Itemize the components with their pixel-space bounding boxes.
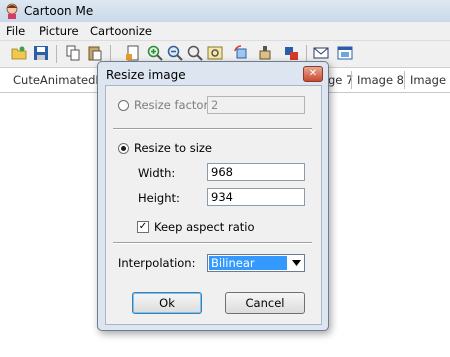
- resize-to-size-label: Resize to size: [134, 141, 213, 155]
- resize-factor-input[interactable]: [207, 96, 305, 114]
- ok-button[interactable]: Ok: [132, 292, 202, 314]
- zoom-in-icon: [147, 45, 163, 61]
- tab-image-8[interactable]: Image 8: [357, 73, 404, 87]
- email-icon: [313, 47, 329, 59]
- resize-factor-radio[interactable]: [118, 100, 129, 111]
- height-label: Height:: [138, 191, 180, 205]
- resize-image-dialog: Resize image ✕ Resize factor: Resize to …: [97, 61, 329, 331]
- menu-picture[interactable]: Picture: [39, 24, 79, 38]
- interpolation-value: Bilinear: [209, 256, 287, 270]
- divider: [113, 242, 312, 244]
- copy-button[interactable]: [64, 44, 82, 62]
- crop-icon: [285, 47, 298, 60]
- keep-aspect-label: Keep aspect ratio: [154, 220, 255, 234]
- resize-factor-label: Resize factor:: [134, 98, 212, 112]
- resize-to-size-radio[interactable]: [118, 143, 129, 154]
- fit-window-icon: [207, 46, 223, 60]
- resize-icon: [259, 46, 271, 60]
- zoom-actual-icon: [187, 45, 203, 61]
- width-label: Width:: [138, 166, 176, 180]
- email-button[interactable]: [312, 44, 330, 62]
- paste-icon: [88, 46, 102, 61]
- resize-button[interactable]: [256, 44, 274, 62]
- paste-button[interactable]: [86, 44, 104, 62]
- page-icon: [126, 45, 139, 61]
- menu-bar: File Picture Cartoonize: [0, 22, 450, 41]
- zoom-actual-button[interactable]: [186, 44, 204, 62]
- zoom-in-button[interactable]: [146, 44, 164, 62]
- width-input[interactable]: [207, 163, 305, 181]
- app-title: Cartoon Me: [24, 4, 94, 18]
- app-titlebar: Cartoon Me: [0, 0, 450, 23]
- dialog-body: Resize factor: Resize to size Width: Hei…: [105, 85, 322, 325]
- zoom-out-button[interactable]: [166, 44, 184, 62]
- tab-image-1[interactable]: CuteAnimatedRa: [13, 73, 110, 87]
- menu-file[interactable]: File: [6, 24, 25, 38]
- keep-aspect-checkbox[interactable]: ✓: [137, 221, 149, 233]
- open-folder-button[interactable]: [10, 44, 28, 62]
- divider: [113, 128, 312, 130]
- tab-image-9[interactable]: Image: [410, 73, 446, 87]
- checkmark-icon: ✓: [138, 221, 148, 232]
- dialog-title: Resize image: [106, 68, 186, 82]
- window-icon: [337, 46, 353, 60]
- close-icon: ✕: [308, 68, 318, 79]
- cancel-button[interactable]: Cancel: [225, 292, 305, 314]
- interpolation-select[interactable]: Bilinear: [207, 254, 305, 272]
- fit-window-button[interactable]: [206, 44, 224, 62]
- copy-icon: [66, 45, 80, 61]
- rotate-icon: [234, 45, 247, 59]
- open-folder-icon: [11, 46, 27, 60]
- window-button[interactable]: [336, 44, 354, 62]
- close-button[interactable]: ✕: [303, 66, 323, 82]
- rotate-button[interactable]: [232, 44, 250, 62]
- chevron-down-icon[interactable]: [288, 255, 304, 271]
- zoom-out-icon: [167, 45, 183, 61]
- interpolation-label: Interpolation:: [118, 256, 196, 270]
- save-button[interactable]: [32, 44, 50, 62]
- crop-button[interactable]: [282, 44, 300, 62]
- tab-image-7[interactable]: ge 7: [328, 73, 353, 87]
- height-input[interactable]: [207, 188, 305, 206]
- page-button[interactable]: [124, 44, 142, 62]
- menu-cartoonize[interactable]: Cartoonize: [90, 24, 152, 38]
- save-icon: [34, 46, 48, 60]
- cartoon-face-icon: [6, 3, 18, 19]
